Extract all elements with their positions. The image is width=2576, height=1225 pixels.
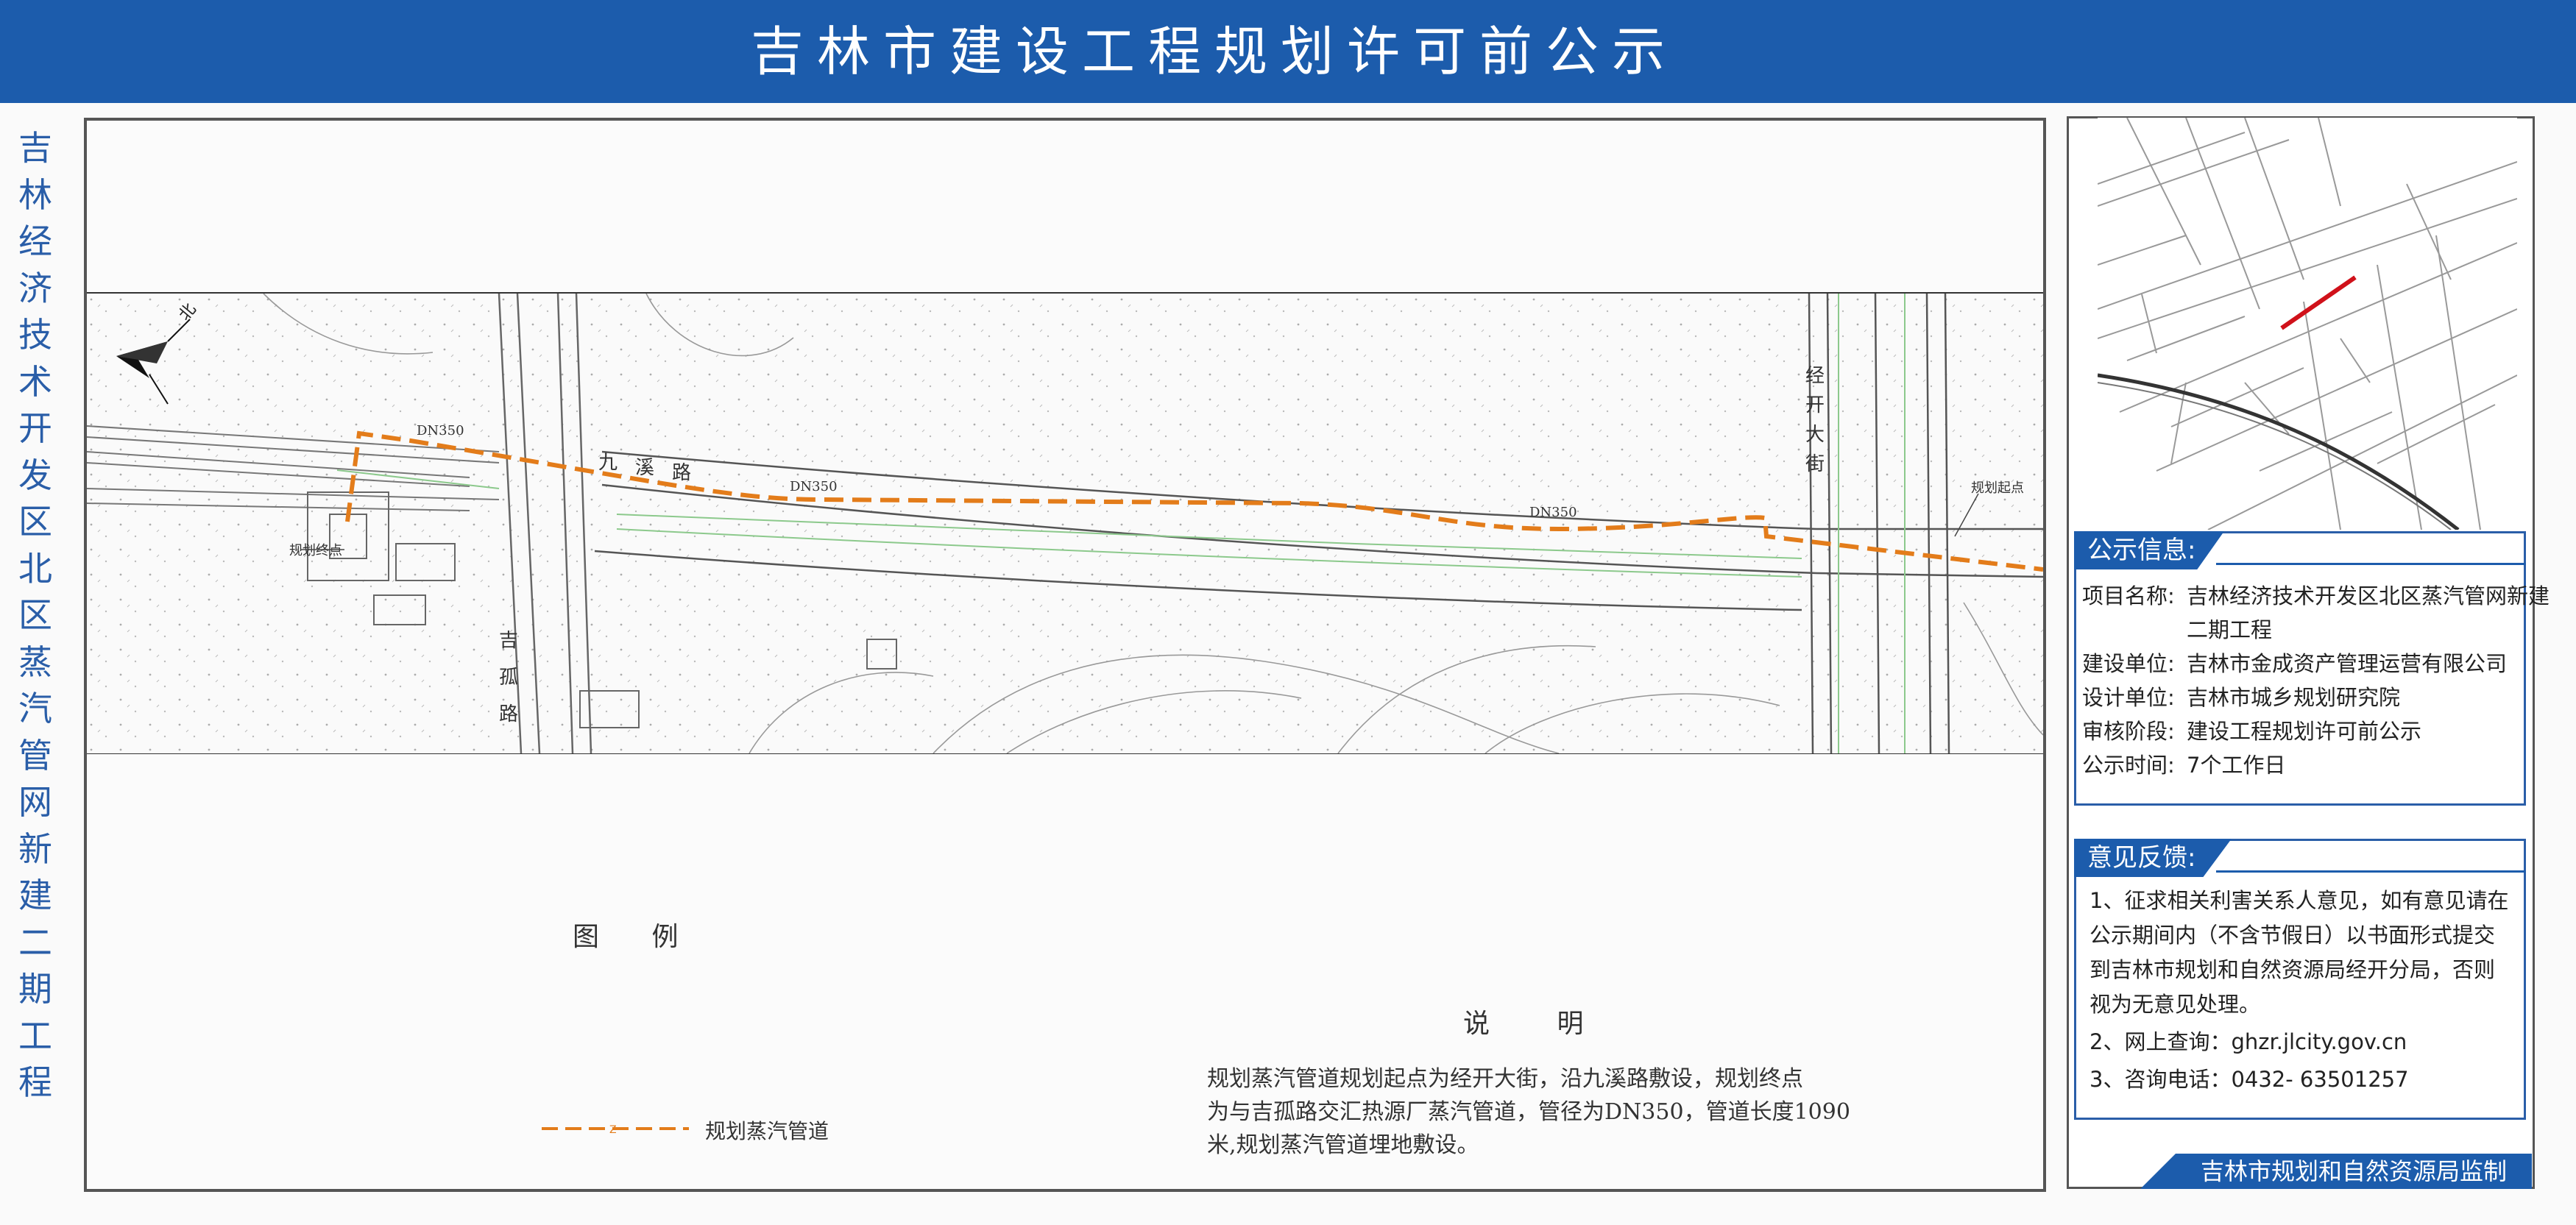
side-title-char: 程 — [18, 1062, 52, 1102]
info-project-label: 项目名称: — [2082, 583, 2175, 608]
side-title-char: 北 — [18, 548, 52, 589]
feedback-line: 公示期间内（不含节假日）以书面形式提交 — [2090, 923, 2496, 948]
mini-map-svg — [2098, 118, 2517, 530]
label-jingkai-3: 大 — [1805, 424, 1825, 446]
feedback-box: 意见反馈: 1、征求相关利害关系人意见，如有意见请在 公示期间内（不含节假日）以… — [2074, 839, 2526, 1120]
feedback-heading: 意见反馈: — [2074, 839, 2232, 877]
info-builder-value: 吉林市金成资产管理运营有限公司 — [2187, 651, 2508, 676]
legend-pipeline-sample: Z — [542, 1124, 689, 1136]
header-bar: 吉林市建设工程规划许可前公示 — [0, 0, 2576, 103]
label-jigu-1: 吉 — [499, 630, 518, 652]
info-stage-value: 建设工程规划许可前公示 — [2187, 719, 2422, 744]
feedback-line: 视为无意见处理。 — [2090, 992, 2261, 1017]
side-title-char: 术 — [18, 361, 52, 402]
side-title-char: 技 — [18, 315, 52, 355]
survey-texture — [87, 294, 2043, 753]
feedback-line: 1、征求相关利害关系人意见，如有意见请在 — [2090, 888, 2509, 913]
publicity-info-box: 公示信息: 项目名称: 吉林经济技术开发区北区蒸汽管网新建 二期工程 建设单位:… — [2074, 531, 2550, 806]
description-line: 规划蒸汽管道规划起点为经开大街，沿九溪路敷设，规划终点 — [1207, 1066, 1803, 1092]
label-end-point: 规划终点 — [289, 543, 342, 558]
side-title-char: 开 — [18, 408, 52, 448]
page-title: 吉林市建设工程规划许可前公示 — [750, 21, 1678, 82]
feedback-phone: 3、咨询电话：0432- 63501257 — [2090, 1067, 2409, 1092]
info-project-value-1: 吉林经济技术开发区北区蒸汽管网新建 — [2187, 583, 2550, 608]
side-title-char: 经 — [18, 221, 52, 261]
feedback-line: 到吉林市规划和自然资源局经开分局，否则 — [2090, 957, 2496, 982]
description-text: 规划蒸汽管道规划起点为经开大街，沿九溪路敷设，规划终点 为与吉孤路交汇热源厂蒸汽… — [1207, 1062, 1869, 1162]
side-title-char: 区 — [18, 502, 52, 542]
label-jingkai-4: 街 — [1805, 453, 1825, 475]
description-title: 说 明 — [1463, 1009, 1613, 1039]
side-title-char: 管 — [18, 735, 52, 775]
side-title-char: 期 — [18, 969, 52, 1009]
side-title-char: 网 — [18, 782, 52, 822]
side-title-char: 吉 — [18, 128, 52, 168]
supervisor-label: 吉林市规划和自然资源局监制 — [2201, 1157, 2508, 1185]
side-title-char: 二 — [18, 922, 52, 962]
label-dn350-left: DN350 — [417, 423, 464, 438]
label-jiuxi-1: 九 — [598, 452, 618, 474]
info-period-value: 7个工作日 — [2187, 753, 2286, 778]
side-title-char: 新 — [18, 828, 52, 869]
side-title-char: 区 — [18, 595, 52, 635]
info-designer-label: 设计单位: — [2082, 685, 2175, 710]
mini-map-railway-edge — [2098, 382, 2452, 530]
feedback-website: 2、网上查询：ghzr.jlcity.gov.cn — [2090, 1029, 2407, 1054]
info-stage-label: 审核阶段: — [2082, 719, 2175, 744]
info-designer-value: 吉林市城乡规划研究院 — [2187, 685, 2401, 710]
side-title-char: 发 — [18, 455, 52, 495]
description-line: 米,规划蒸汽管道埋地敷设。 — [1207, 1132, 1479, 1158]
info-project-value-2: 二期工程 — [2187, 617, 2273, 642]
side-title-char: 济 — [18, 268, 52, 308]
label-jiuxi-2: 溪 — [635, 457, 654, 479]
side-title-char: 蒸 — [18, 642, 52, 682]
label-jiuxi-3: 路 — [672, 462, 691, 484]
label-start-point: 规划起点 — [1971, 480, 2024, 496]
legend-title: 图 例 — [573, 922, 701, 952]
label-jingkai-2: 开 — [1805, 394, 1825, 416]
label-jigu-2: 孤 — [499, 667, 518, 689]
mini-map-project-route — [2280, 275, 2357, 330]
label-jigu-3: 路 — [499, 703, 518, 725]
description-line: 为与吉孤路交汇热源厂蒸汽管道，管径为DN350，管道长度1090 — [1207, 1099, 1850, 1125]
side-title-char: 林 — [18, 174, 52, 215]
site-plan-map: 北 DN350 DN350 DN350 九 溪 路 吉 孤 路 经 开 大 街 … — [87, 294, 2043, 753]
label-jingkai-1: 经 — [1805, 365, 1825, 387]
info-heading-stripe — [2216, 563, 2525, 565]
info-builder-label: 建设单位: — [2082, 651, 2175, 676]
side-title-char: 工 — [18, 1015, 52, 1056]
site-plan-svg: 北 DN350 DN350 DN350 九 溪 路 吉 孤 路 经 开 大 街 … — [87, 294, 2043, 753]
legend-line-mark: Z — [609, 1124, 617, 1136]
feedback-heading-stripe — [2216, 870, 2525, 873]
plan-drawing-frame: 北 DN350 DN350 DN350 九 溪 路 吉 孤 路 经 开 大 街 … — [84, 118, 2046, 1192]
mini-map-roads — [2098, 118, 2517, 530]
side-title-char: 建 — [18, 876, 52, 915]
info-heading: 公示信息: — [2074, 531, 2224, 569]
vertical-project-title: 吉 林 经 济 技 术 开 发 区 北 区 蒸 汽 管 网 新 建 二 期 工 … — [13, 125, 57, 1107]
legend-item-label: 规划蒸汽管道 — [705, 1119, 829, 1143]
info-period-label: 公示时间: — [2082, 753, 2175, 778]
side-title-char: 汽 — [18, 689, 52, 728]
location-mini-map — [2098, 118, 2517, 530]
label-dn350-mid: DN350 — [790, 479, 838, 494]
label-dn350-right: DN350 — [1529, 505, 1577, 520]
